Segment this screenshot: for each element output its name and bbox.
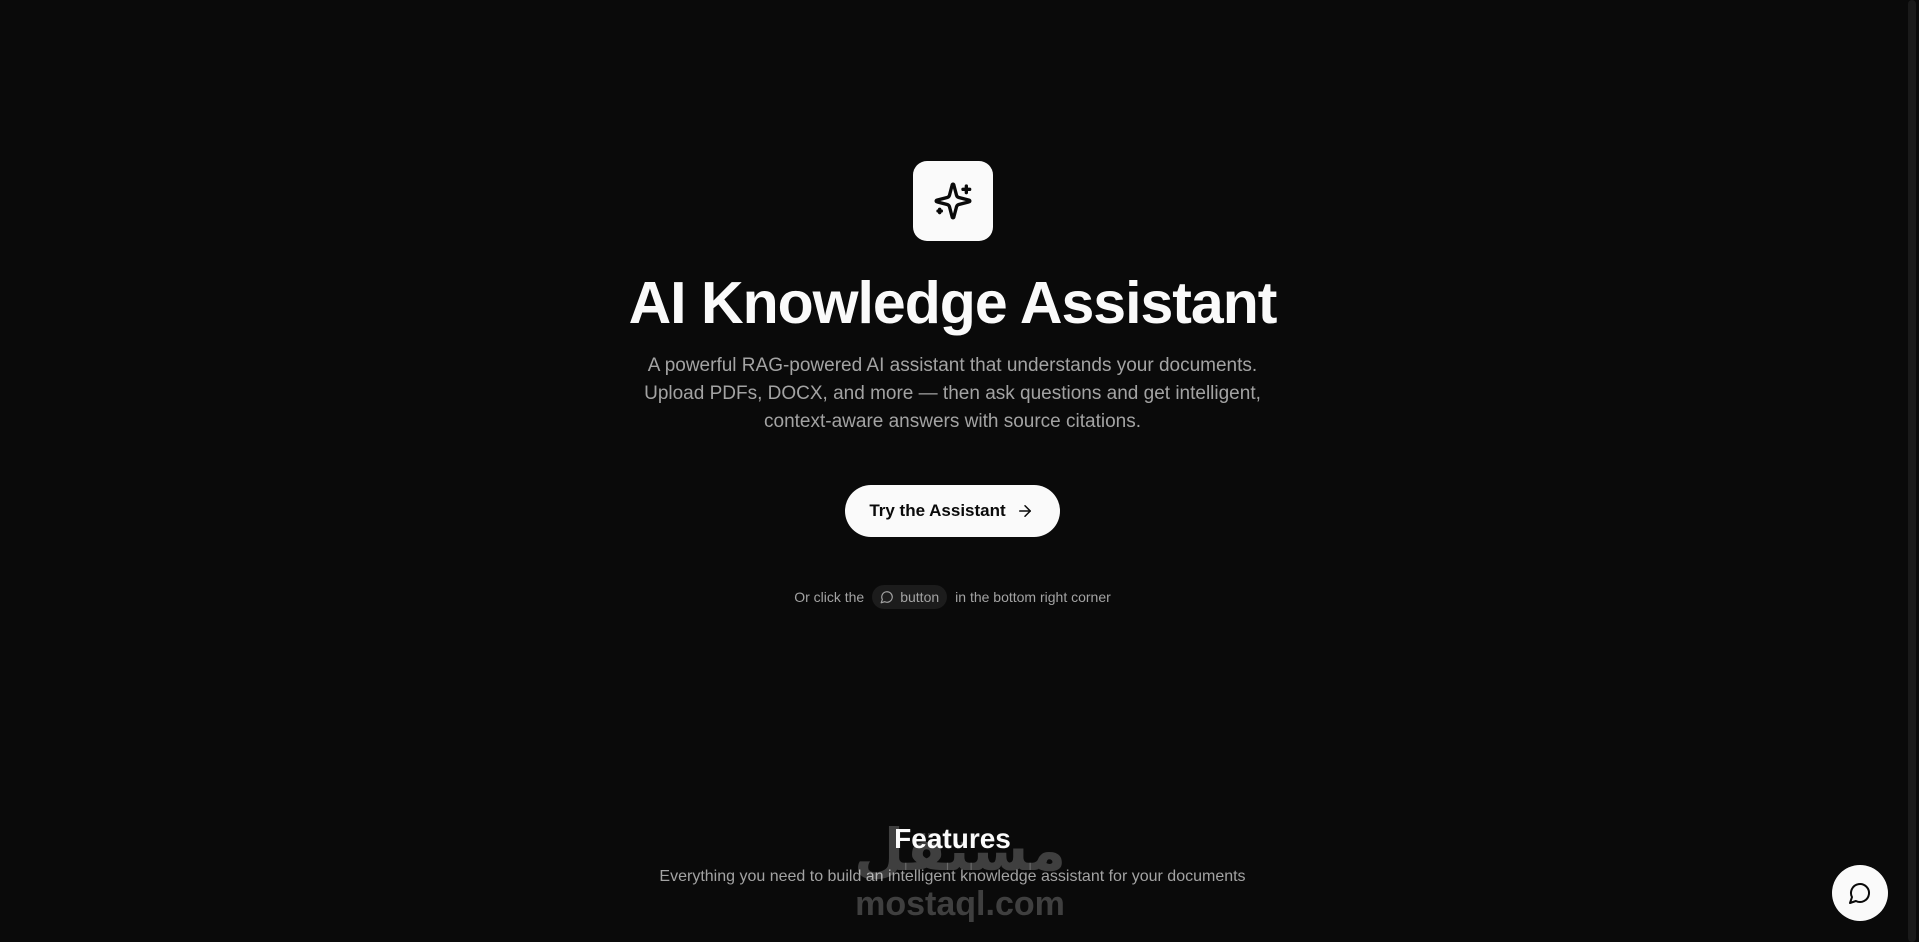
page-scrollbar[interactable] [1905, 0, 1919, 942]
hero-section: AI Knowledge Assistant A powerful RAG-po… [0, 0, 1905, 609]
try-assistant-button[interactable]: Try the Assistant [845, 484, 1060, 537]
scrollbar-thumb[interactable] [1908, 0, 1916, 942]
hint-prefix: Or click the [794, 588, 865, 605]
hint-chip-label: button [900, 588, 940, 605]
features-subtitle: Everything you need to build an intellig… [659, 868, 1246, 885]
page-title: AI Knowledge Assistant [628, 270, 1278, 336]
arrow-right-icon [1018, 504, 1031, 517]
app-logo [912, 161, 993, 241]
message-circle-icon [1849, 883, 1870, 904]
message-circle-icon [880, 591, 894, 604]
hint-suffix: in the bottom right corner [955, 588, 1111, 605]
hint-chip: button [872, 584, 948, 609]
sparkles-icon [934, 182, 971, 220]
chat-open-button[interactable] [1832, 865, 1888, 921]
features-section: Features Everything you need to build an… [0, 820, 1905, 902]
try-assistant-label: Try the Assistant [869, 500, 1006, 520]
landing-page: AI Knowledge Assistant A powerful RAG-po… [0, 0, 1919, 942]
hero-subtitle: A powerful RAG-powered AI assistant that… [644, 354, 1261, 432]
features-title: Features [894, 823, 1011, 854]
chat-hint: Or click the button in the bottom right … [794, 584, 1111, 609]
